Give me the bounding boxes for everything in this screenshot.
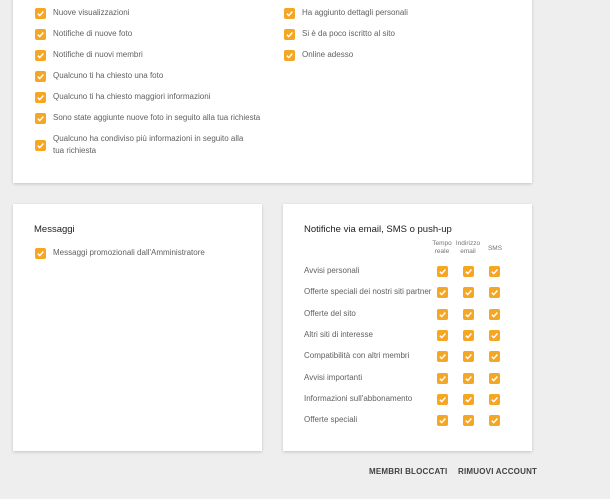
checkbox-realtime[interactable] (437, 415, 448, 427)
label-recently-joined: Si è da poco iscritto al sito (302, 29, 395, 38)
label-admin-promos: Messaggi promozionali dall'Amministrator… (53, 248, 205, 257)
check-icon (465, 396, 472, 403)
check-icon (465, 375, 472, 382)
checkbox-email[interactable] (463, 266, 474, 277)
checkbox-email[interactable] (463, 372, 474, 384)
notification-row-label: Avvisi personali (304, 266, 360, 275)
checkbox-info-request[interactable] (35, 92, 46, 103)
checkbox-personal-details[interactable] (284, 8, 295, 19)
messages-title: Messaggi (34, 224, 75, 235)
notification-row-label: Offerte del sito (304, 308, 356, 318)
checkbox-realtime[interactable] (437, 329, 448, 341)
checkbox-sms[interactable] (489, 287, 500, 299)
notifications-title: Notifiche via email, SMS o push-up (304, 224, 452, 235)
check-icon (286, 32, 293, 38)
column-sms: SMS (487, 245, 503, 252)
notification-row-label: Offerte speciali (304, 415, 358, 425)
check-icon (491, 396, 498, 403)
checkbox-recently-joined[interactable] (284, 29, 295, 40)
check-icon (439, 311, 446, 318)
checkbox-new-photos[interactable] (35, 29, 46, 40)
notification-row-label: Informazioni sull'abbonamento (304, 393, 413, 403)
check-icon (37, 251, 44, 257)
notification-row-label: Avvisi importanti (304, 372, 363, 382)
notification-row-label: Offerte speciali dei nostri siti partner (304, 287, 432, 297)
check-icon (465, 290, 472, 296)
check-icon (37, 116, 44, 122)
check-icon (491, 290, 498, 296)
check-icon (286, 53, 293, 59)
check-icon (37, 11, 44, 17)
check-icon (439, 354, 446, 360)
check-icon (37, 53, 44, 59)
checkbox-realtime[interactable] (437, 351, 448, 363)
checkbox-email[interactable] (463, 415, 474, 427)
checkbox-sms[interactable] (489, 351, 500, 363)
check-icon (37, 95, 44, 101)
checkbox-sms[interactable] (489, 372, 500, 384)
checkbox-email[interactable] (463, 329, 474, 341)
check-icon (286, 11, 293, 17)
check-icon (491, 354, 498, 360)
label-new-views: Nuove visualizzazioni (53, 8, 130, 17)
checkbox-online-now[interactable] (284, 50, 295, 61)
column-email: Indirizzo email (455, 240, 481, 255)
check-icon (465, 332, 472, 339)
label-photo-request: Qualcuno ti ha chiesto una foto (53, 71, 164, 80)
remove-account-button[interactable]: RIMUOVI ACCOUNT (458, 467, 537, 476)
checkbox-realtime[interactable] (437, 266, 448, 277)
check-icon (491, 332, 498, 339)
check-icon (37, 32, 44, 38)
check-icon (465, 418, 472, 424)
check-icon (439, 396, 446, 403)
label-info-shared: Qualcuno ha condiviso più informazioni i… (53, 134, 244, 155)
checkbox-sms[interactable] (489, 266, 500, 277)
checkbox-email[interactable] (463, 393, 474, 405)
blocked-members-button[interactable]: MEMBRI BLOCCATI (369, 467, 447, 476)
check-icon (439, 418, 446, 424)
checkbox-realtime[interactable] (437, 393, 448, 405)
check-icon (491, 375, 498, 382)
checkbox-realtime[interactable] (437, 308, 448, 320)
check-icon (439, 332, 446, 339)
checkbox-email[interactable] (463, 351, 474, 363)
checkbox-email[interactable] (463, 287, 474, 299)
checkbox-photos-added[interactable] (35, 113, 46, 124)
label-personal-details: Ha aggiunto dettagli personali (302, 8, 408, 17)
check-icon (491, 269, 498, 275)
checkbox-realtime[interactable] (437, 372, 448, 384)
check-icon (465, 269, 472, 275)
checkbox-sms[interactable] (489, 329, 500, 341)
checkbox-new-views[interactable] (35, 8, 46, 19)
checkbox-photo-request[interactable] (35, 71, 46, 82)
check-icon (491, 418, 498, 424)
check-icon (439, 269, 446, 275)
check-icon (37, 143, 44, 149)
checkbox-sms[interactable] (489, 393, 500, 405)
checkbox-new-members[interactable] (35, 50, 46, 61)
checkbox-sms[interactable] (489, 308, 500, 320)
messages-card (13, 204, 262, 451)
checkbox-email[interactable] (463, 308, 474, 320)
label-online-now: Online adesso (302, 50, 354, 59)
notification-row-label: Compatibilità con altri membri (304, 351, 410, 361)
check-icon (439, 375, 446, 382)
check-icon (491, 311, 498, 318)
check-icon (439, 290, 446, 296)
checkbox-info-shared[interactable] (35, 140, 46, 151)
check-icon (465, 354, 472, 360)
check-icon (37, 74, 44, 80)
notification-row-label: Altri siti di interesse (304, 329, 373, 339)
label-info-request: Qualcuno ti ha chiesto maggiori informaz… (53, 92, 211, 101)
label-photos-added: Sono state aggiunte nuove foto in seguit… (53, 113, 261, 122)
label-new-photos: Notifiche di nuove foto (53, 29, 133, 38)
checkbox-realtime[interactable] (437, 287, 448, 299)
label-new-members: Notifiche di nuovi membri (53, 50, 143, 59)
checkbox-admin-promos[interactable] (35, 248, 46, 259)
checkbox-sms[interactable] (489, 415, 500, 427)
column-realtime: Tempo reale (432, 240, 452, 255)
check-icon (465, 311, 472, 318)
